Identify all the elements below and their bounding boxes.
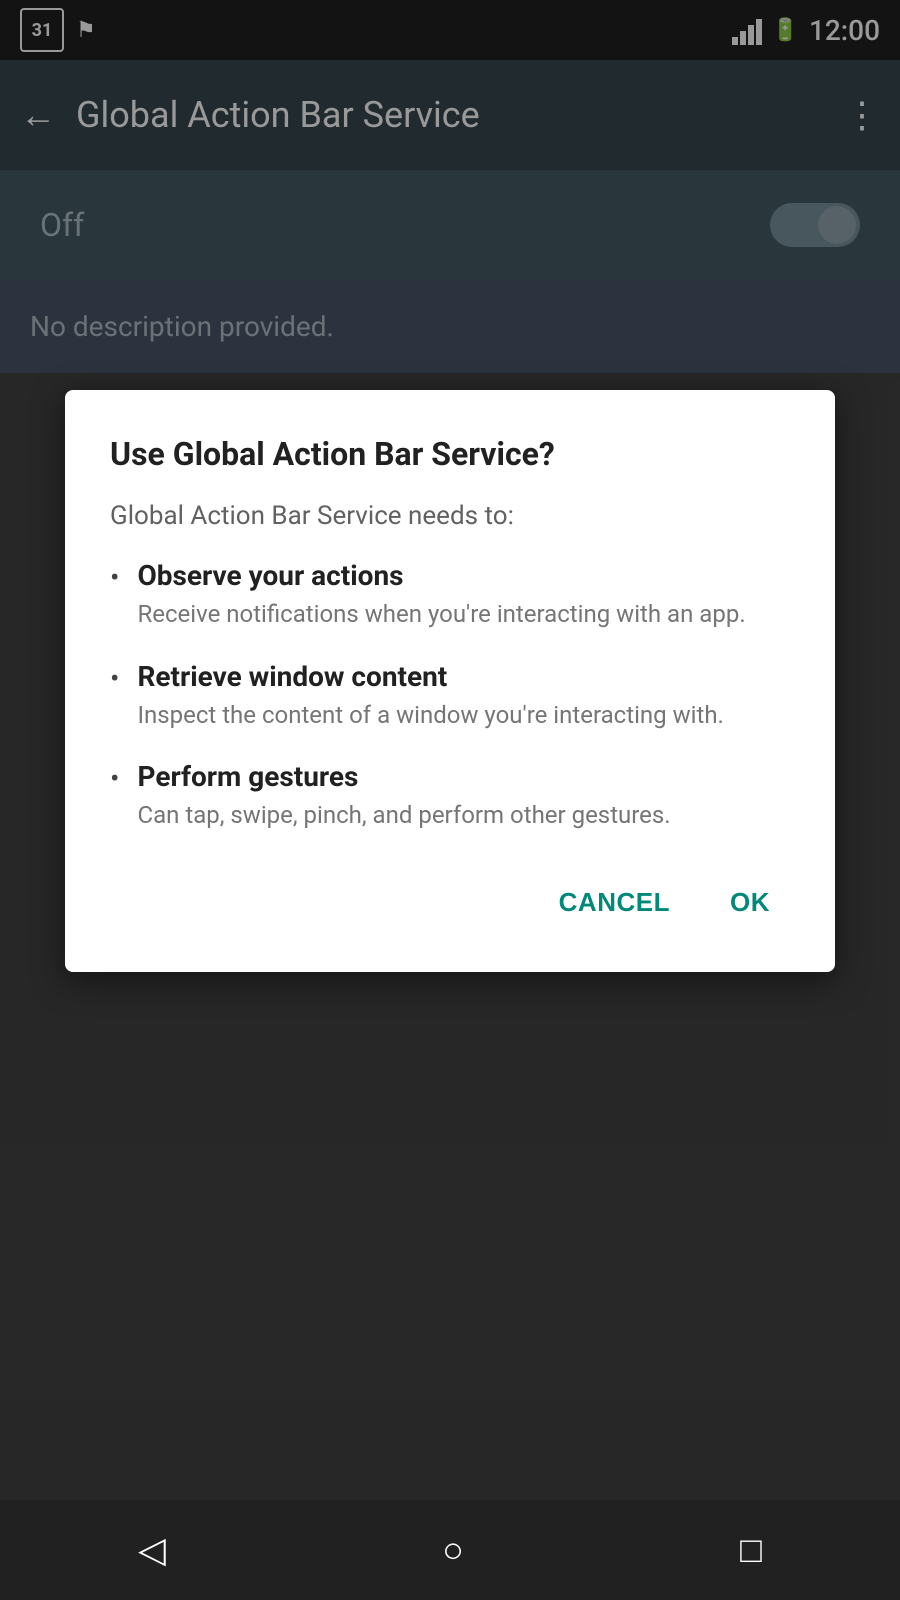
bullet-icon-1: •: [110, 561, 119, 594]
nav-bar: ◁ ○ □: [0, 1500, 900, 1600]
nav-home-button[interactable]: ○: [442, 1529, 464, 1571]
permission-item-retrieve: • Retrieve window content Inspect the co…: [110, 660, 790, 733]
permission-item-gestures: • Perform gestures Can tap, swipe, pinch…: [110, 760, 790, 833]
nav-back-button[interactable]: ◁: [138, 1529, 166, 1571]
permission-desc-1: Receive notifications when you're intera…: [137, 598, 790, 632]
dialog-title: Use Global Action Bar Service?: [110, 435, 790, 473]
permission-dialog: Use Global Action Bar Service? Global Ac…: [65, 390, 835, 972]
permission-item-observe: • Observe your actions Receive notificat…: [110, 559, 790, 632]
permission-title-3: Perform gestures: [137, 760, 790, 793]
permission-content-2: Retrieve window content Inspect the cont…: [137, 660, 790, 733]
nav-recents-button[interactable]: □: [740, 1529, 762, 1571]
cancel-button[interactable]: CANCEL: [539, 873, 690, 932]
dialog-subtitle: Global Action Bar Service needs to:: [110, 501, 790, 531]
bullet-icon-2: •: [110, 662, 119, 695]
bullet-icon-3: •: [110, 762, 119, 795]
dialog-buttons: CANCEL OK: [110, 873, 790, 932]
permission-title-1: Observe your actions: [137, 559, 790, 592]
permission-title-2: Retrieve window content: [137, 660, 790, 693]
permission-desc-2: Inspect the content of a window you're i…: [137, 699, 790, 733]
permission-content-1: Observe your actions Receive notificatio…: [137, 559, 790, 632]
permission-content-3: Perform gestures Can tap, swipe, pinch, …: [137, 760, 790, 833]
permission-list: • Observe your actions Receive notificat…: [110, 559, 790, 833]
ok-button[interactable]: OK: [710, 873, 790, 932]
permission-desc-3: Can tap, swipe, pinch, and perform other…: [137, 799, 790, 833]
